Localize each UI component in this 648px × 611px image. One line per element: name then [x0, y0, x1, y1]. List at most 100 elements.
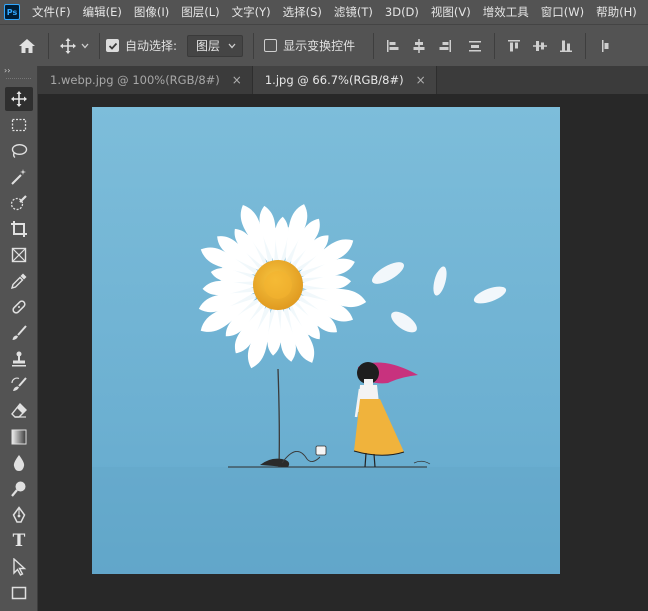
auto-select-target-value: 图层: [196, 39, 221, 53]
align-top-edges-button[interactable]: [501, 33, 527, 59]
menu-type[interactable]: 文字(Y): [226, 0, 277, 24]
eraser-tool[interactable]: [5, 399, 33, 423]
options-separator: [253, 32, 255, 59]
tab-1-jpg[interactable]: 1.jpg @ 66.7%(RGB/8#) ×: [252, 66, 437, 94]
blur-tool[interactable]: [5, 451, 33, 475]
home-icon: [19, 38, 35, 53]
panel-grip[interactable]: [6, 78, 31, 86]
menu-help[interactable]: 帮助(H): [590, 0, 643, 24]
options-separator: [585, 32, 587, 59]
move-icon: [60, 37, 76, 54]
document-canvas[interactable]: [92, 107, 560, 574]
canvas-area[interactable]: [38, 94, 648, 611]
rectangle-icon: [11, 586, 27, 600]
pen-tool[interactable]: [5, 503, 33, 527]
menu-edit[interactable]: 编辑(E): [77, 0, 128, 24]
magic-wand-tool[interactable]: [5, 165, 33, 189]
chevron-down-icon: [81, 43, 89, 48]
path-selection-tool[interactable]: [5, 555, 33, 579]
tab-1-webp[interactable]: 1.webp.jpg @ 100%(RGB/8#) ×: [38, 66, 253, 94]
close-icon[interactable]: ×: [416, 73, 426, 87]
align-right-edges-button[interactable]: [432, 33, 458, 59]
gradient-icon: [11, 429, 27, 445]
menu-filter[interactable]: 滤镜(T): [328, 0, 379, 24]
options-separator: [373, 32, 375, 59]
menu-file[interactable]: 文件(F): [26, 0, 77, 24]
align-vertical-centers-button[interactable]: [527, 33, 553, 59]
tools-panel: ›› T: [0, 66, 38, 611]
frame-icon: [11, 247, 27, 263]
artwork-image: [92, 107, 560, 574]
auto-select-target-dropdown[interactable]: 图层: [187, 34, 244, 57]
options-separator: [48, 32, 49, 59]
rectangle-tool[interactable]: [5, 581, 33, 605]
tab-label: 1.jpg @ 66.7%(RGB/8#): [264, 73, 404, 87]
options-bar: 自动选择: 图层 显示变换控件: [0, 24, 648, 66]
close-icon[interactable]: ×: [232, 73, 242, 87]
move-tool-preset-button[interactable]: [55, 33, 93, 59]
collapse-panel-button[interactable]: ››: [0, 66, 37, 78]
distribute-icon: [469, 40, 482, 51]
align-bottom-icon: [560, 40, 573, 52]
water-drop-icon: [13, 455, 25, 471]
distribute-left-button[interactable]: [592, 33, 618, 59]
menu-select[interactable]: 选择(S): [277, 0, 328, 24]
healing-brush-tool[interactable]: [5, 295, 33, 319]
bandage-icon: [12, 300, 26, 314]
chevron-down-icon: [228, 43, 236, 48]
menu-window[interactable]: 窗口(W): [535, 0, 590, 24]
clone-stamp-tool[interactable]: [5, 347, 33, 371]
eyedropper-icon: [10, 273, 27, 290]
eyedropper-tool[interactable]: [5, 269, 33, 293]
distribute-left-icon: [602, 39, 609, 52]
rectangular-marquee-icon: [11, 118, 27, 132]
history-brush-icon: [11, 377, 27, 391]
home-button[interactable]: [12, 33, 42, 59]
checkmark-icon: [108, 42, 117, 50]
move-icon: [11, 91, 27, 107]
auto-select-label: 自动选择:: [125, 39, 178, 53]
menu-view[interactable]: 视图(V): [425, 0, 477, 24]
type-tool[interactable]: T: [5, 529, 33, 553]
align-horizontal-centers-button[interactable]: [406, 33, 432, 59]
menu-plugins[interactable]: 增效工具: [477, 0, 535, 24]
pen-icon: [12, 506, 26, 523]
align-vcenter-icon: [533, 40, 548, 51]
lasso-icon: [11, 143, 28, 159]
align-left-icon: [387, 39, 399, 52]
menu-image[interactable]: 图像(I): [128, 0, 175, 24]
align-top-icon: [508, 39, 521, 51]
photoshop-logo: Ps: [4, 4, 20, 20]
eraser-icon: [11, 402, 27, 418]
marquee-tool[interactable]: [5, 113, 33, 137]
menu-bar: Ps 文件(F) 编辑(E) 图像(I) 图层(L) 文字(Y) 选择(S) 滤…: [0, 0, 648, 24]
distribute-vertical-button[interactable]: [462, 33, 488, 59]
menu-layer[interactable]: 图层(L): [175, 0, 225, 24]
auto-select-checkbox[interactable]: [106, 39, 119, 52]
options-separator: [99, 32, 100, 59]
crop-tool[interactable]: [5, 217, 33, 241]
lasso-tool[interactable]: [5, 139, 33, 163]
stamp-icon: [12, 351, 26, 367]
quick-selection-tool[interactable]: [5, 191, 33, 215]
transform-controls-checkbox[interactable]: [264, 39, 278, 52]
frame-tool[interactable]: [5, 243, 33, 267]
brush-icon: [12, 325, 27, 340]
align-left-edges-button[interactable]: [380, 33, 406, 59]
document-tabs: 1.webp.jpg @ 100%(RGB/8#) × 1.jpg @ 66.7…: [38, 66, 648, 94]
options-separator: [494, 32, 496, 59]
magic-wand-icon: [11, 169, 26, 185]
dodge-tool[interactable]: [5, 477, 33, 501]
dodge-icon: [11, 481, 26, 497]
tab-label: 1.webp.jpg @ 100%(RGB/8#): [50, 73, 220, 87]
transform-controls-label: 显示变换控件: [283, 39, 356, 53]
menu-3d[interactable]: 3D(D): [379, 0, 425, 24]
history-brush-tool[interactable]: [5, 373, 33, 397]
move-tool[interactable]: [5, 87, 33, 111]
align-hcenter-icon: [413, 38, 425, 53]
type-tool-glyph: T: [12, 531, 26, 551]
crop-icon: [11, 221, 27, 237]
gradient-tool[interactable]: [5, 425, 33, 449]
align-bottom-edges-button[interactable]: [553, 33, 579, 59]
brush-tool[interactable]: [5, 321, 33, 345]
